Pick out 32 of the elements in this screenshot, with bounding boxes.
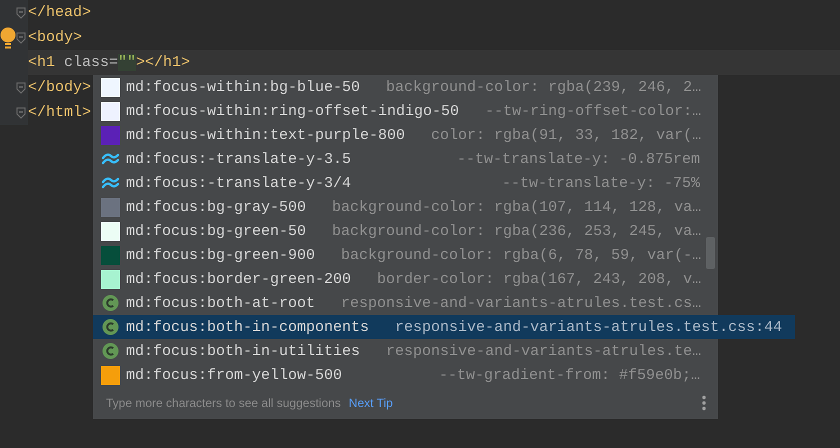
fold-icon[interactable]	[16, 6, 26, 18]
next-tip-link[interactable]: Next Tip	[348, 396, 393, 410]
wave-icon	[101, 152, 120, 166]
completion-item[interactable]: md:focus-within:text-purple-800 color: rgba(91, 33, 182, var(…	[93, 123, 718, 147]
lightbulb-icon[interactable]	[0, 27, 16, 49]
scrollbar-thumb[interactable]	[706, 237, 715, 269]
code-line: </html>	[28, 103, 92, 123]
fold-icon[interactable]	[16, 82, 26, 94]
class-icon	[101, 342, 120, 360]
completion-item[interactable]: md:focus-within:ring-offset-indigo-50 --tw-ring-offset-color:…	[93, 99, 718, 123]
code-line: <h1 class=""></h1>	[28, 53, 190, 73]
completion-item[interactable]: md:focus:bg-green-50 background-color: rgba(236, 253, 245, va…	[93, 219, 718, 243]
code-line: <body>	[28, 28, 82, 48]
completion-item[interactable]: md:focus:-translate-y-3/4 --tw-translate-y: -75%	[93, 171, 718, 195]
class-icon	[101, 294, 120, 312]
class-icon	[101, 318, 120, 336]
completion-item[interactable]: md:focus:both-in-components responsive-and-variants-atrules.test.css:44	[93, 315, 795, 339]
completion-item[interactable]: md:focus:border-green-200 border-color: rgba(167, 243, 208, v…	[93, 267, 718, 291]
completion-item[interactable]: md:focus:bg-green-900 background-color: rgba(6, 78, 59, var(-…	[93, 243, 718, 267]
wave-icon	[101, 176, 120, 190]
completion-item[interactable]: md:focus-within:bg-blue-50 background-color: rgba(239, 246, 2…	[93, 75, 718, 99]
fold-icon[interactable]	[16, 106, 26, 118]
code-line: </head>	[28, 3, 92, 23]
fold-icon[interactable]	[16, 32, 26, 44]
more-options-icon[interactable]	[702, 395, 706, 411]
completion-item[interactable]: md:focus:both-in-utilities responsive-and-variants-atrules.te…	[93, 339, 718, 363]
code-line: </body>	[28, 78, 92, 98]
completion-item[interactable]: md:focus:from-yellow-500 --tw-gradient-from: #f59e0b;…	[93, 363, 718, 387]
completion-item[interactable]: md:focus:-translate-y-3.5 --tw-translate-y: -0.875rem	[93, 147, 718, 171]
hint-text: Type more characters to see all suggestions	[106, 396, 341, 410]
completion-item[interactable]: md:focus:bg-gray-500 background-color: rgba(107, 114, 128, va…	[93, 195, 718, 219]
completion-item[interactable]: md:focus:both-at-root responsive-and-variants-atrules.test.cs…	[93, 291, 718, 315]
